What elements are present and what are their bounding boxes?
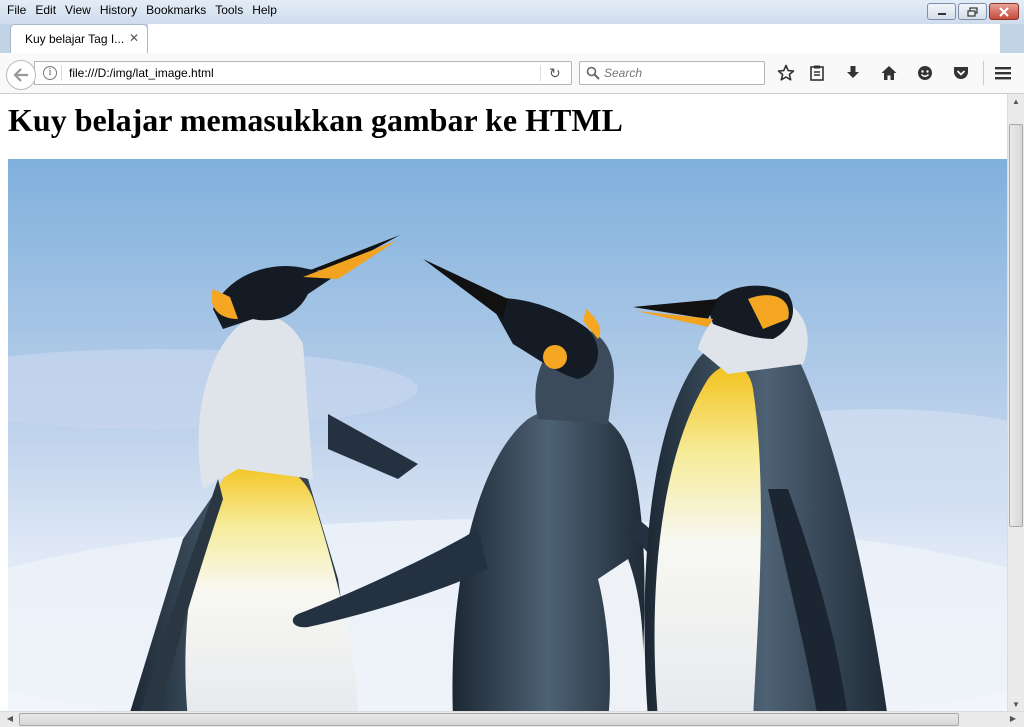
tab-title: Kuy belajar Tag I... — [25, 32, 125, 46]
back-button[interactable] — [6, 60, 36, 90]
download-arrow-icon — [847, 66, 859, 78]
restore-button[interactable] — [958, 3, 987, 20]
search-icon — [586, 66, 600, 80]
menu-bar: File Edit View History Bookmarks Tools H… — [0, 0, 282, 20]
chat-smiley-icon — [918, 66, 932, 80]
tab-close-icon[interactable]: ✕ — [127, 31, 141, 45]
tab-active[interactable]: Kuy belajar Tag I... ✕ — [10, 24, 148, 53]
scroll-up-arrow-icon[interactable]: ▲ — [1008, 97, 1024, 106]
search-box[interactable] — [579, 61, 765, 85]
reading-list-button[interactable] — [807, 63, 827, 83]
horizontal-scrollbar[interactable]: ◀ ▶ — [0, 711, 1024, 727]
scroll-left-arrow-icon[interactable]: ◀ — [2, 714, 18, 723]
close-icon — [999, 6, 1009, 17]
menu-help[interactable]: Help — [248, 1, 282, 19]
tab-strip-empty-area[interactable] — [148, 24, 1000, 53]
scroll-down-arrow-icon[interactable]: ▼ — [1008, 700, 1024, 709]
pocket-button[interactable] — [951, 63, 971, 83]
minimize-button[interactable] — [927, 3, 956, 20]
navigation-toolbar: i file:///D:/img/lat_image.html ↻ — [0, 53, 1024, 94]
browser-window: File Edit View History Bookmarks Tools H… — [0, 0, 1024, 727]
url-divider — [61, 65, 62, 81]
downloads-button[interactable] — [843, 63, 863, 83]
hello-button[interactable] — [915, 63, 935, 83]
restore-icon — [966, 6, 978, 17]
home-button[interactable] — [879, 63, 899, 83]
pocket-icon — [954, 67, 968, 79]
page-content: Kuy belajar memasukkan gambar ke HTML — [0, 94, 1007, 711]
toolbar-separator — [983, 61, 984, 85]
url-text[interactable]: file:///D:/img/lat_image.html — [69, 66, 214, 80]
window-controls — [925, 3, 1019, 20]
vertical-scroll-thumb[interactable] — [1009, 124, 1023, 527]
reload-icon[interactable]: ↻ — [549, 65, 561, 82]
title-bar: File Edit View History Bookmarks Tools H… — [0, 0, 1024, 24]
hamburger-menu-icon — [995, 67, 1011, 80]
back-arrow-icon — [13, 68, 28, 82]
search-input[interactable] — [604, 66, 754, 80]
menu-history[interactable]: History — [96, 1, 142, 19]
menu-bookmarks[interactable]: Bookmarks — [142, 1, 211, 19]
menu-file[interactable]: File — [3, 1, 31, 19]
close-window-button[interactable] — [989, 3, 1019, 20]
horizontal-scroll-thumb[interactable] — [19, 713, 959, 726]
menu-tools[interactable]: Tools — [211, 1, 248, 19]
penguins-image — [8, 159, 1007, 711]
tab-strip: Kuy belajar Tag I... ✕ — [0, 24, 1024, 53]
vertical-scrollbar[interactable]: ▲ ▼ — [1007, 94, 1024, 711]
scroll-right-arrow-icon[interactable]: ▶ — [1005, 714, 1021, 723]
info-icon[interactable]: i — [43, 66, 57, 80]
reload-divider — [540, 65, 541, 81]
url-bar[interactable]: i file:///D:/img/lat_image.html ↻ — [34, 61, 572, 85]
open-menu-button[interactable] — [993, 63, 1013, 83]
menu-edit[interactable]: Edit — [31, 1, 61, 19]
star-icon — [777, 64, 795, 81]
clipboard-icon — [810, 65, 824, 81]
page-heading: Kuy belajar memasukkan gambar ke HTML — [8, 102, 623, 138]
home-icon — [881, 66, 897, 80]
bookmark-star-button[interactable] — [776, 63, 796, 83]
menu-view[interactable]: View — [61, 1, 96, 19]
minimize-icon — [937, 12, 946, 15]
